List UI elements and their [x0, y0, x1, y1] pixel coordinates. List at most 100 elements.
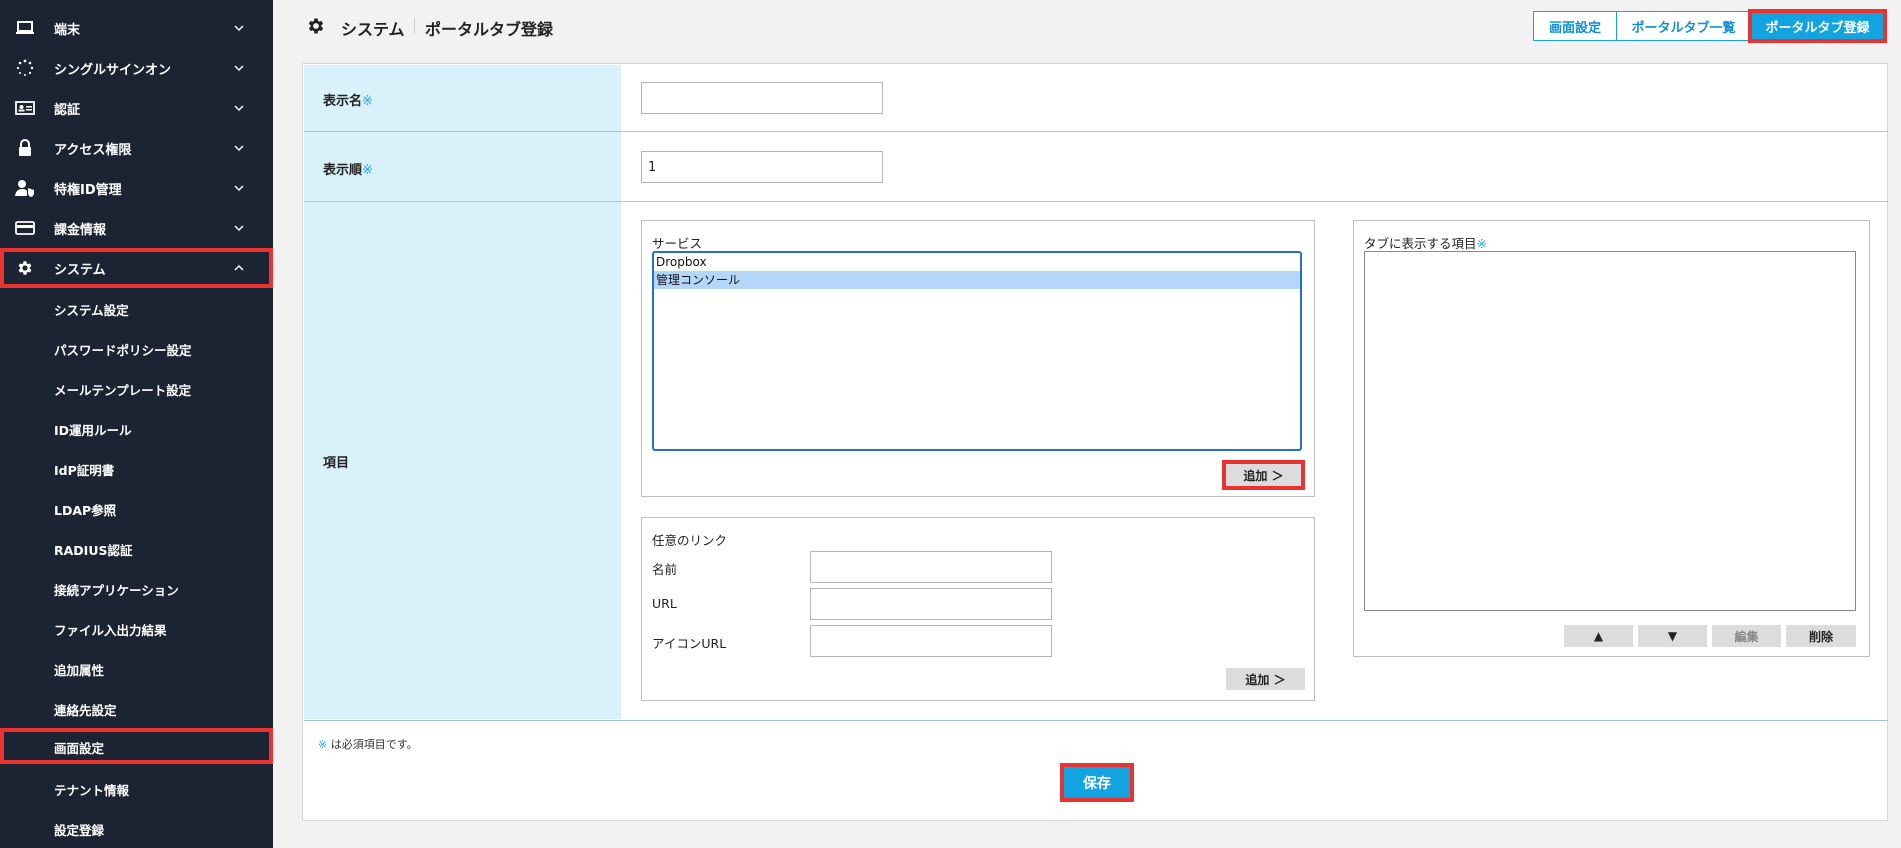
dotted-circle-icon — [15, 59, 35, 77]
sidebar-subitem-label: システム設定 — [54, 303, 129, 318]
sidebar-subitem[interactable]: テナント情報 — [0, 768, 273, 808]
sidebar-subitem-label: ファイル入出力結果 — [54, 623, 167, 638]
services-listbox[interactable]: Dropbox 管理コンソール — [652, 251, 1302, 451]
chevron-down-icon — [234, 185, 244, 192]
sidebar-item-privileged-id[interactable]: 特権ID管理 — [0, 168, 273, 208]
display-order-input[interactable] — [641, 151, 883, 183]
sidebar-subitem-label: LDAP参照 — [54, 503, 117, 518]
sidebar-item-label: 認証 — [54, 102, 81, 118]
services-title: サービス — [652, 236, 703, 251]
save-button[interactable]: 保存 — [1060, 763, 1134, 802]
add-service-button[interactable]: 追加 ＞ — [1222, 460, 1305, 490]
header-button-group: 画面設定 ポータルタブ一覧 ポータルタブ登録 — [1533, 9, 1887, 43]
sidebar-subitem[interactable]: メールテンプレート設定 — [0, 368, 273, 408]
row-divider — [304, 201, 1888, 202]
sidebar-subitem-label: RADIUS認証 — [54, 543, 133, 558]
custom-link-title: 任意のリンク — [652, 533, 728, 548]
sidebar-item-access[interactable]: アクセス権限 — [0, 128, 273, 168]
sidebar-subitem-label: パスワードポリシー設定 — [54, 343, 192, 358]
sidebar-subitem[interactable]: 連絡先設定 — [0, 688, 273, 728]
link-name-label: 名前 — [652, 562, 678, 577]
sidebar-subitem-label: 接続アプリケーション — [54, 583, 179, 598]
chevron-down-icon — [234, 145, 244, 152]
sidebar-subitem-label: 画面設定 — [54, 741, 105, 756]
portal-tab-list-button[interactable]: ポータルタブ一覧 — [1616, 11, 1751, 41]
display-name-input[interactable] — [641, 82, 883, 114]
move-up-button[interactable]: ▲ — [1564, 625, 1633, 647]
chevron-down-icon — [234, 105, 244, 112]
link-name-input[interactable] — [810, 551, 1052, 583]
sidebar-subitem-label: 連絡先設定 — [54, 703, 117, 718]
sidebar-subitem[interactable]: 接続アプリケーション — [0, 568, 273, 608]
sidebar-subitem-label: ID運用ルール — [54, 423, 132, 438]
sidebar-subitem-label: メールテンプレート設定 — [54, 383, 192, 398]
delete-button[interactable]: 削除 — [1786, 625, 1856, 647]
list-option-selected[interactable]: 管理コンソール — [654, 271, 1300, 289]
sidebar-subitem[interactable]: RADIUS認証 — [0, 528, 273, 568]
row-divider — [304, 131, 1888, 132]
required-mark: ※ — [318, 738, 328, 751]
link-url-label: URL — [652, 596, 677, 611]
sidebar-subitem[interactable]: ファイル入出力結果 — [0, 608, 273, 648]
sidebar-item-label: シングルサインオン — [54, 62, 172, 78]
custom-link-fieldset: 任意のリンク 名前 URL アイコンURL 追加 ＞ — [641, 517, 1315, 701]
sidebar-item-sso[interactable]: シングルサインオン — [0, 48, 273, 88]
sidebar-subitem[interactable]: IdP証明書 — [0, 448, 273, 488]
sidebar-subitem-screen-settings[interactable]: 画面設定 — [0, 728, 273, 764]
sidebar: 端末 シングルサインオン 認証 アクセス権限 特権ID管理 課金情報 システム … — [0, 0, 273, 848]
row-divider — [304, 720, 1888, 721]
sidebar-subitem[interactable]: システム設定 — [0, 288, 273, 328]
sidebar-subitem[interactable]: 設定登録 — [0, 808, 273, 848]
items-label: 項目 — [323, 456, 350, 471]
display-name-label-text: 表示名 — [323, 94, 363, 109]
link-url-input[interactable] — [810, 588, 1052, 620]
sidebar-subitem-label: 設定登録 — [54, 823, 105, 838]
breadcrumb-divider — [414, 18, 415, 34]
lock-icon — [15, 139, 35, 157]
gear-icon — [308, 18, 324, 34]
sidebar-subitem[interactable]: パスワードポリシー設定 — [0, 328, 273, 368]
sidebar-item-auth[interactable]: 認証 — [0, 88, 273, 128]
required-note-text: は必須項目です。 — [330, 738, 418, 751]
sidebar-item-label: アクセス権限 — [54, 142, 132, 158]
breadcrumb-section: システム — [341, 20, 405, 39]
add-link-button[interactable]: 追加 ＞ — [1226, 668, 1305, 690]
list-option[interactable]: Dropbox — [654, 253, 1300, 271]
sidebar-item-billing[interactable]: 課金情報 — [0, 208, 273, 248]
tab-items-title: タブに表示する項目※ — [1364, 233, 1487, 252]
sidebar-item-system[interactable]: システム — [0, 248, 273, 288]
id-card-icon — [15, 99, 35, 117]
portal-tab-register-button[interactable]: ポータルタブ登録 — [1748, 9, 1887, 43]
page-title: ポータルタブ登録 — [425, 20, 554, 39]
edit-button[interactable]: 編集 — [1712, 625, 1781, 647]
sidebar-subitem-label: IdP証明書 — [54, 463, 115, 478]
tab-items-fieldset: タブに表示する項目※ ▲ ▼ 編集 削除 — [1353, 220, 1870, 657]
user-shield-icon — [15, 179, 35, 197]
sidebar-subitem[interactable]: 追加属性 — [0, 648, 273, 688]
page-header: システム ポータルタブ登録 画面設定 ポータルタブ一覧 ポータルタブ登録 — [273, 0, 1901, 54]
services-fieldset: サービス Dropbox 管理コンソール 追加 ＞ — [641, 220, 1315, 497]
gear-icon — [15, 259, 35, 277]
tab-items-listbox[interactable] — [1364, 251, 1856, 611]
chevron-up-icon — [234, 264, 244, 271]
chevron-down-icon — [234, 225, 244, 232]
sidebar-item-label: 特権ID管理 — [54, 182, 122, 198]
sidebar-subitem[interactable]: ID運用ルール — [0, 408, 273, 448]
required-mark: ※ — [362, 163, 373, 178]
sidebar-subitem-label: 追加属性 — [54, 663, 105, 678]
sidebar-item-device[interactable]: 端末 — [0, 8, 273, 48]
link-icon-url-label: アイコンURL — [652, 636, 727, 651]
sidebar-subitem-label: テナント情報 — [54, 783, 130, 798]
required-mark: ※ — [1476, 236, 1487, 251]
move-down-button[interactable]: ▼ — [1638, 625, 1707, 647]
required-mark: ※ — [362, 94, 373, 109]
display-name-label: 表示名※ — [323, 90, 373, 109]
required-note: ※ は必須項目です。 — [318, 736, 418, 752]
form-panel: 表示名※ 表示順※ 項目 サービス Dropbox 管理コンソール 追加 ＞ 任… — [302, 63, 1888, 821]
link-icon-url-input[interactable] — [810, 625, 1052, 657]
sidebar-item-label: システム — [54, 262, 106, 278]
chevron-down-icon — [234, 25, 244, 32]
screen-settings-button[interactable]: 画面設定 — [1533, 11, 1617, 41]
sidebar-subitem[interactable]: LDAP参照 — [0, 488, 273, 528]
sidebar-item-label: 課金情報 — [54, 222, 107, 238]
